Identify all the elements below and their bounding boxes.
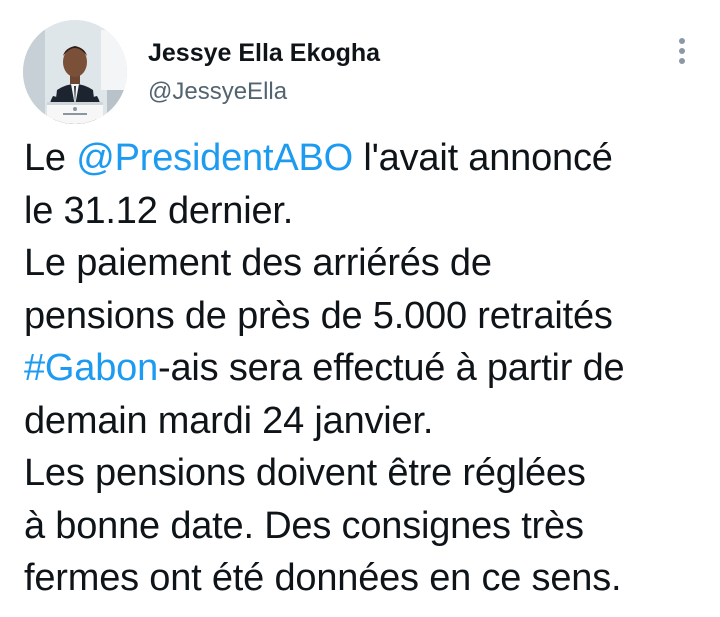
tweet-text: Le @PresidentABO l'avait annoncé le 31.1…: [24, 132, 704, 605]
avatar[interactable]: [23, 20, 127, 124]
tweet-text-segment: -ais sera effectué à partir de: [158, 347, 625, 389]
tweet-text-segment: Le: [24, 137, 77, 179]
more-vertical-icon: [679, 38, 685, 44]
tweet-line: demain mardi 24 janvier.: [24, 399, 434, 442]
tweet-card: Jessye Ella Ekogha @JessyeElla Le @Presi…: [0, 0, 720, 617]
tweet-line: Le paiement des arriérés de: [24, 242, 492, 284]
tweet-line: Le @PresidentABO l'avait annoncé: [24, 132, 704, 185]
profile-photo-icon: [23, 20, 127, 124]
mention-link[interactable]: @PresidentABO: [76, 137, 353, 179]
tweet-text-segment: l'avait annoncé: [353, 137, 613, 179]
tweet-line: le 31.12 dernier.: [24, 189, 294, 232]
tweet-line: #Gabon-ais sera effectué à partir de: [24, 342, 704, 395]
more-vertical-icon: [679, 58, 685, 64]
author-handle[interactable]: @JessyeElla: [148, 77, 287, 107]
more-vertical-icon: [679, 48, 685, 54]
hashtag-link[interactable]: #Gabon: [24, 347, 158, 389]
author-display-name[interactable]: Jessye Ella Ekogha: [148, 38, 380, 68]
tweet-line: à bonne date. Des consignes très: [24, 504, 584, 547]
tweet-line: pensions de près de 5.000 retraités: [24, 294, 613, 337]
more-options-button[interactable]: [664, 32, 700, 70]
tweet-line: fermes ont été données en ce sens.: [24, 557, 622, 599]
tweet-line: Les pensions doivent être réglées: [24, 452, 586, 494]
